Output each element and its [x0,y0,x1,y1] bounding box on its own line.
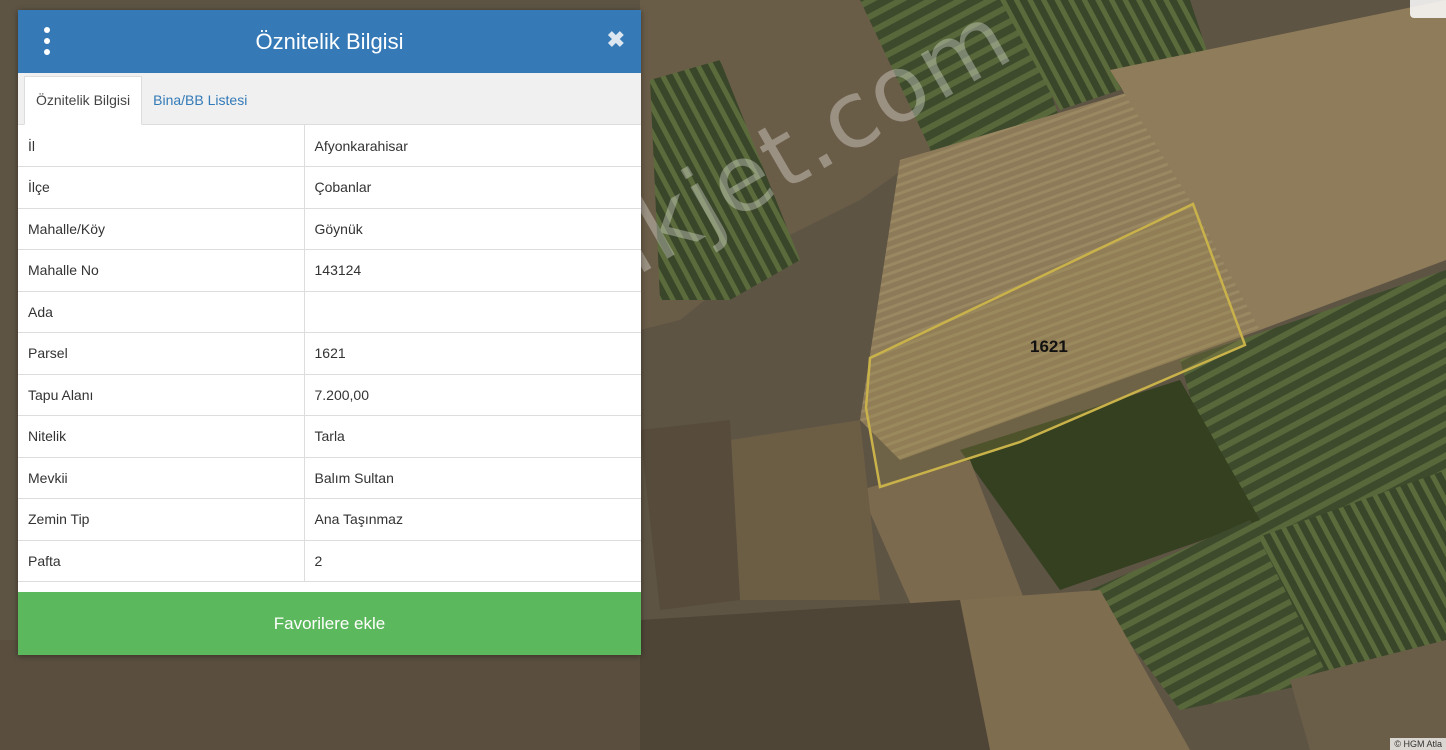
panel-title: Öznitelik Bilgisi [255,28,404,54]
row-value: 7.200,00 [304,374,641,416]
row-value: Balım Sultan [304,457,641,499]
table-row: Tapu Alanı 7.200,00 [18,374,641,416]
row-value: 1621 [304,332,641,375]
row-key: Pafta [18,540,305,582]
table-row: İlçe Çobanlar [18,166,641,209]
table-row: Nitelik Tarla [18,415,641,458]
row-value: Ana Taşınmaz [304,498,641,541]
row-key: İlçe [18,166,305,209]
row-key: İl [18,125,305,167]
attribute-panel: Öznitelik Bilgisi ✖ Öznitelik Bilgisi Bi… [18,10,641,655]
table-row: Mevkii Balım Sultan [18,457,641,499]
panel-tabs: Öznitelik Bilgisi Bina/BB Listesi [18,73,641,125]
row-value: Tarla [304,415,641,458]
row-value: 2 [304,540,641,582]
table-row: Pafta 2 [18,540,641,582]
row-key: Mahalle No [18,249,305,292]
close-icon[interactable]: ✖ [607,28,625,52]
row-value: Göynük [304,208,641,250]
row-key: Zemin Tip [18,498,305,541]
table-row: Zemin Tip Ana Taşınmaz [18,498,641,541]
table-row: İl Afyonkarahisar [18,125,641,167]
table-row: Ada [18,291,641,333]
panel-header: Öznitelik Bilgisi ✖ [18,10,641,73]
row-key: Parsel [18,332,305,375]
row-value: Çobanlar [304,166,641,209]
row-key: Ada [18,291,305,333]
table-row: Mahalle No 143124 [18,249,641,292]
map-control[interactable] [1410,0,1446,18]
tab-attribute-info[interactable]: Öznitelik Bilgisi [24,76,143,125]
tab-building-list[interactable]: Bina/BB Listesi [142,77,258,124]
row-key: Nitelik [18,415,305,458]
menu-dots-icon[interactable] [40,27,54,55]
row-value: Afyonkarahisar [304,125,641,167]
row-key: Mahalle/Köy [18,208,305,250]
table-row: Mahalle/Köy Göynük [18,208,641,250]
row-value [304,291,641,333]
row-key: Mevkii [18,457,305,499]
table-row: Parsel 1621 [18,332,641,375]
row-key: Tapu Alanı [18,374,305,416]
map-attribution: © HGM Atla [1390,738,1446,750]
add-to-favorites-button[interactable]: Favorilere ekle [18,592,641,655]
attribute-table: İl Afyonkarahisar İlçe Çobanlar Mahalle/… [18,125,641,582]
row-value: 143124 [304,249,641,292]
parcel-number-label: 1621 [1030,337,1068,356]
